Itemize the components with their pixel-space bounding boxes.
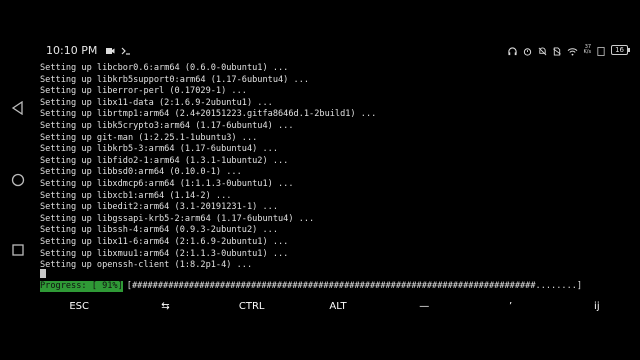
alarm-icon bbox=[523, 41, 532, 60]
recent-apps-icon[interactable] bbox=[8, 240, 28, 260]
terminal-line: Setting up liberror-perl (0.17029-1) ... bbox=[40, 86, 247, 97]
terminal-line: Setting up libcbor0.6:arm64 (0.6.0-0ubun… bbox=[40, 63, 289, 73]
quote-key[interactable]: ’ bbox=[467, 296, 553, 318]
hd-icon bbox=[597, 41, 605, 60]
terminal-line: Setting up libkrb5-3:arm64 (1.17-6ubuntu… bbox=[40, 144, 278, 155]
ctrl-key[interactable]: CTRL bbox=[209, 296, 295, 318]
terminal-line: Setting up libbsd0:arm64 (0.10.0-1) ... bbox=[40, 167, 242, 178]
no-sim-icon bbox=[552, 41, 561, 60]
terminal-line: Setting up librtmp1:arm64 (2.4+20151223.… bbox=[40, 109, 377, 120]
terminal-line: Setting up libk5crypto3:arm64 (1.17-6ubu… bbox=[40, 120, 294, 131]
terminal-line: Setting up libssh-4:arm64 (0.9.3-2ubuntu… bbox=[40, 225, 278, 236]
terminal-cursor bbox=[40, 269, 46, 278]
status-time: 10:10 PM bbox=[46, 43, 98, 57]
mute-icon bbox=[538, 41, 547, 60]
terminal-notification-icon bbox=[121, 41, 131, 60]
ij-key[interactable]: ij bbox=[554, 296, 640, 318]
terminal-line: Setting up libxcb1:arm64 (1.14-2) ... bbox=[40, 190, 232, 201]
terminal-line: Setting up libx11-6:arm64 (2:1.6.9-2ubun… bbox=[40, 236, 289, 247]
progress-label: Progress: [ 91%] bbox=[40, 281, 123, 292]
back-icon[interactable] bbox=[8, 98, 28, 118]
net-speed-unit: K/s bbox=[583, 49, 592, 55]
extra-keys-row: ESC ⇆ CTRL ALT —’ ij bbox=[36, 296, 640, 318]
headphones-icon bbox=[507, 41, 517, 60]
screen-record-icon bbox=[105, 41, 115, 60]
esc-key[interactable]: ESC bbox=[36, 296, 122, 318]
tab-key[interactable]: ⇆ bbox=[122, 296, 208, 318]
wifi-icon bbox=[567, 41, 578, 60]
terminal-line: Setting up libkrb5support0:arm64 (1.17-6… bbox=[40, 74, 310, 85]
terminal-line: Setting up libxdmcp6:arm64 (1:1.1.3-0ubu… bbox=[40, 178, 294, 189]
battery-indicator: 16 bbox=[611, 45, 630, 55]
terminal-output[interactable]: Setting up libcbor0.6:arm64 (0.6.0-0ubun… bbox=[40, 63, 620, 272]
apt-progress: Progress: [ 91%] [######################… bbox=[40, 281, 625, 292]
terminal-line: Setting up libx11-data (2:1.6.9-2ubuntu1… bbox=[40, 97, 273, 108]
net-speed: 37 K/s bbox=[584, 45, 592, 55]
terminal-line: Setting up libedit2:arm64 (3.1-20191231-… bbox=[40, 202, 278, 213]
status-bar: 10:10 PM 37 K/s 16 bbox=[36, 40, 630, 60]
alt-key[interactable]: ALT bbox=[295, 296, 381, 318]
dash-key[interactable]: — bbox=[381, 296, 467, 318]
android-nav-bar bbox=[0, 0, 36, 360]
terminal-line: Setting up libgssapi-krb5-2:arm64 (1.17-… bbox=[40, 213, 315, 224]
terminal-line: Setting up libfido2-1:arm64 (1.3.1-1ubun… bbox=[40, 155, 289, 166]
home-icon[interactable] bbox=[8, 170, 28, 190]
progress-bar: [#######################################… bbox=[126, 281, 583, 291]
terminal-line: Setting up openssh-client (1:8.2p1-4) ..… bbox=[40, 260, 253, 271]
terminal-line: Setting up git-man (1:2.25.1-1ubuntu3) .… bbox=[40, 132, 258, 143]
terminal-line: Setting up libxmuu1:arm64 (2:1.1.3-0ubun… bbox=[40, 248, 289, 259]
